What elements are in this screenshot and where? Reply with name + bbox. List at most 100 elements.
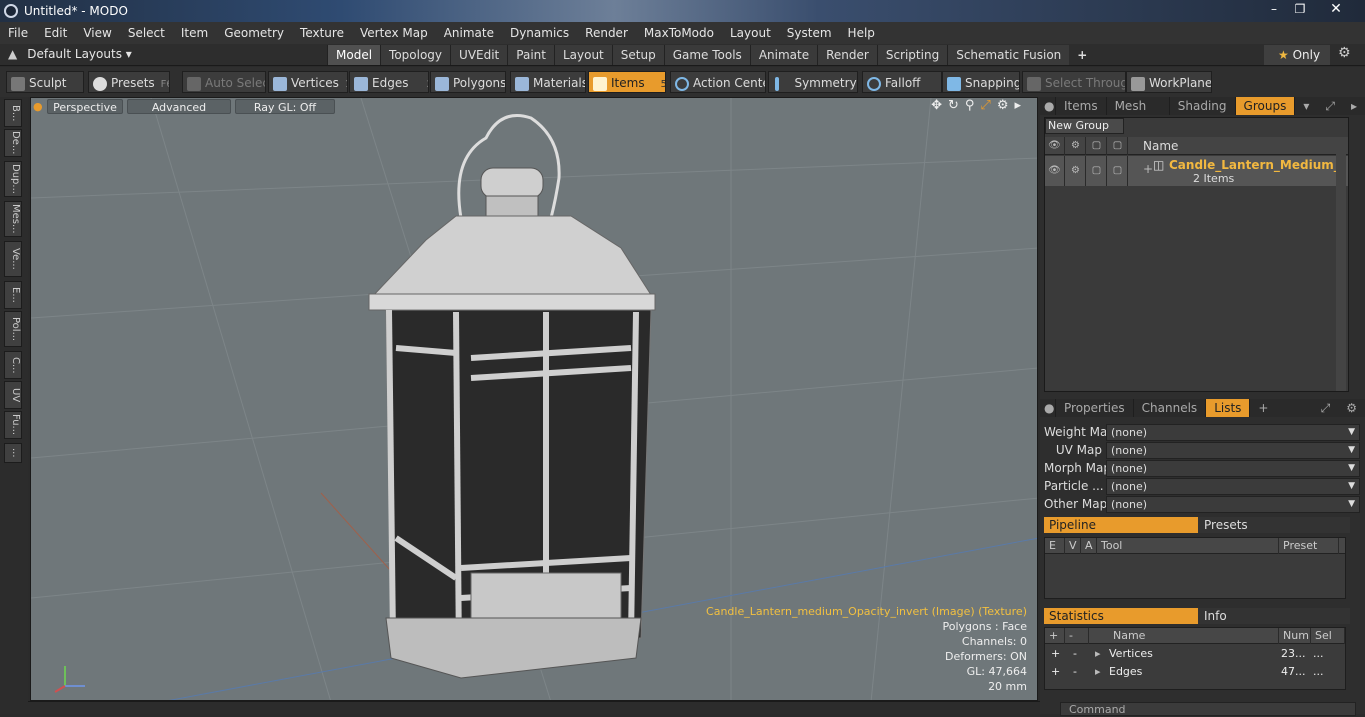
menu-help[interactable]: Help [840, 26, 883, 40]
menu-maxtomodo[interactable]: MaxToModo [636, 26, 722, 40]
rotate-view-icon[interactable]: ↻ [948, 98, 959, 113]
stats-row-vertices[interactable]: + - ▸ Vertices 23... ... [1045, 645, 1345, 663]
menu-view[interactable]: View [75, 26, 119, 40]
groups-scrollbar[interactable] [1336, 137, 1346, 391]
left-tab-uv[interactable]: UV [4, 381, 22, 409]
menu-edit[interactable]: Edit [36, 26, 75, 40]
left-tab-curve[interactable]: C... [4, 351, 22, 379]
particle-select[interactable]: (none) ▼ [1106, 477, 1360, 495]
tab-uvedit[interactable]: UVEdit [450, 45, 508, 65]
zoom-view-icon[interactable]: ⚲ [965, 98, 975, 113]
select-through-button[interactable]: Select Through [1022, 71, 1126, 93]
only-toggle[interactable]: ★ Only [1264, 45, 1330, 65]
stats-row-plus[interactable]: + [1051, 645, 1060, 663]
tab-model[interactable]: Model [327, 45, 381, 65]
workplane-button[interactable]: WorkPlane [1126, 71, 1212, 93]
stats-row-minus[interactable]: - [1073, 645, 1077, 663]
tab-items[interactable]: Items [1056, 97, 1107, 115]
fit-view-icon[interactable]: ⤢ [980, 98, 990, 113]
left-tab-deform[interactable]: De... [4, 129, 22, 157]
menu-animate[interactable]: Animate [436, 26, 502, 40]
eye-icon[interactable]: 👁 [1045, 156, 1065, 186]
left-tab-more[interactable]: ... [4, 443, 22, 463]
presets-button[interactable]: Presets F6 [88, 71, 170, 93]
move-view-icon[interactable]: ✥ [931, 98, 942, 113]
panel2-menu-dot[interactable]: ● [1040, 399, 1056, 417]
close-button[interactable]: ✕ [1313, 0, 1359, 18]
tab-channels[interactable]: Channels [1134, 399, 1207, 417]
vertices-button[interactable]: Vertices 1 [268, 71, 348, 93]
polygons-button[interactable]: Polygons [430, 71, 506, 93]
tab-properties[interactable]: Properties [1056, 399, 1134, 417]
expand-panel2-icon[interactable]: ⤢ [1313, 399, 1339, 417]
falloff-button[interactable]: Falloff [862, 71, 942, 93]
render-toggle-icon[interactable]: ⚙ [1066, 156, 1086, 186]
materials-button[interactable]: Materials [510, 71, 586, 93]
left-tab-duplicate[interactable]: Dup... [4, 161, 22, 197]
raygl-button[interactable]: Ray GL: Off [235, 99, 335, 114]
uv-map-select[interactable]: (none) ▼ [1106, 441, 1360, 459]
panel2-settings-icon[interactable]: ⚙ [1338, 399, 1365, 417]
expand-group-icon[interactable]: + [1143, 162, 1153, 176]
tab-groups[interactable]: Groups [1235, 97, 1296, 115]
menu-layout[interactable]: Layout [722, 26, 779, 40]
tab-scripting[interactable]: Scripting [876, 45, 948, 65]
minimize-button[interactable]: – [1261, 0, 1287, 18]
tab-pipeline[interactable]: Pipeline [1044, 517, 1198, 533]
tab-setup[interactable]: Setup [611, 45, 664, 65]
tab-render[interactable]: Render [817, 45, 877, 65]
layout-collapse-icon[interactable]: ▲ [8, 47, 17, 61]
left-tab-fusion[interactable]: Fu... [4, 411, 22, 439]
perspective-button[interactable]: Perspective [47, 99, 123, 114]
left-tab-edge[interactable]: E... [4, 281, 22, 309]
tab-shading[interactable]: Shading [1170, 97, 1236, 115]
weight-map-select[interactable]: (none) ▼ [1106, 423, 1360, 441]
snapping-button[interactable]: Snapping [942, 71, 1020, 93]
lock-col-icon[interactable]: ▢ [1087, 137, 1107, 155]
menu-vertex-map[interactable]: Vertex Map [352, 26, 436, 40]
menu-item[interactable]: Item [173, 26, 216, 40]
expand-triangle-icon[interactable]: ▸ [1095, 645, 1101, 663]
3d-viewport[interactable]: ● Perspective Advanced Ray GL: Off ✥ ↻ ⚲… [30, 97, 1038, 701]
advanced-button[interactable]: Advanced [127, 99, 231, 114]
menu-geometry[interactable]: Geometry [216, 26, 292, 40]
other-map-select[interactable]: (none) ▼ [1106, 495, 1360, 513]
tab-lists[interactable]: Lists [1206, 399, 1251, 417]
default-layouts-dropdown[interactable]: Default Layouts ▾ [27, 47, 132, 61]
new-group-button[interactable]: New Group [1045, 118, 1124, 134]
menu-render[interactable]: Render [577, 26, 636, 40]
timeline-strip[interactable] [28, 701, 1040, 714]
group-row[interactable]: 👁 ⚙ ▢ ▢ + ◫ Candle_Lantern_Medium_W ... … [1045, 156, 1348, 186]
tab-animate[interactable]: Animate [749, 45, 818, 65]
symmetry-button[interactable]: Symmetry [768, 71, 858, 93]
select-toggle-icon[interactable]: ▢ [1108, 156, 1128, 186]
expand-triangle-icon[interactable]: ▸ [1095, 663, 1101, 681]
lock-toggle-icon[interactable]: ▢ [1087, 156, 1107, 186]
left-tab-polygon[interactable]: Pol... [4, 311, 22, 347]
left-tab-mesh-edit[interactable]: Mes... [4, 201, 22, 237]
stats-row-minus[interactable]: - [1073, 663, 1077, 681]
menu-select[interactable]: Select [120, 26, 173, 40]
panel-menu-dot[interactable]: ● [1040, 97, 1056, 115]
gear-icon[interactable]: ⚙ [1338, 45, 1351, 61]
tab-mesh[interactable]: Mesh ... [1107, 97, 1170, 131]
menu-system[interactable]: System [779, 26, 840, 40]
menu-file[interactable]: File [0, 26, 36, 40]
render-col-icon[interactable]: ⚙ [1066, 137, 1086, 155]
viewport-menu-dot[interactable]: ● [33, 99, 43, 114]
tab-paint[interactable]: Paint [507, 45, 554, 65]
tab-info[interactable]: Info [1198, 608, 1350, 624]
menu-dynamics[interactable]: Dynamics [502, 26, 577, 40]
tab-presets[interactable]: Presets [1198, 517, 1350, 533]
menu-texture[interactable]: Texture [292, 26, 352, 40]
select-col-icon[interactable]: ▢ [1108, 137, 1128, 155]
left-tab-vertex[interactable]: Ve... [4, 241, 22, 277]
tab-topology[interactable]: Topology [380, 45, 451, 65]
tabs-dropdown-icon[interactable]: ▾ [1295, 97, 1317, 115]
morph-map-select[interactable]: (none) ▼ [1106, 459, 1360, 477]
panel-expand-arrow-icon[interactable]: ▸ [1343, 97, 1365, 115]
tab-game-tools[interactable]: Game Tools [663, 45, 750, 65]
items-button[interactable]: Items 5 [588, 71, 666, 93]
add-panel-tab-icon[interactable]: + [1250, 399, 1276, 417]
stats-row-edges[interactable]: + - ▸ Edges 47... ... [1045, 663, 1345, 681]
